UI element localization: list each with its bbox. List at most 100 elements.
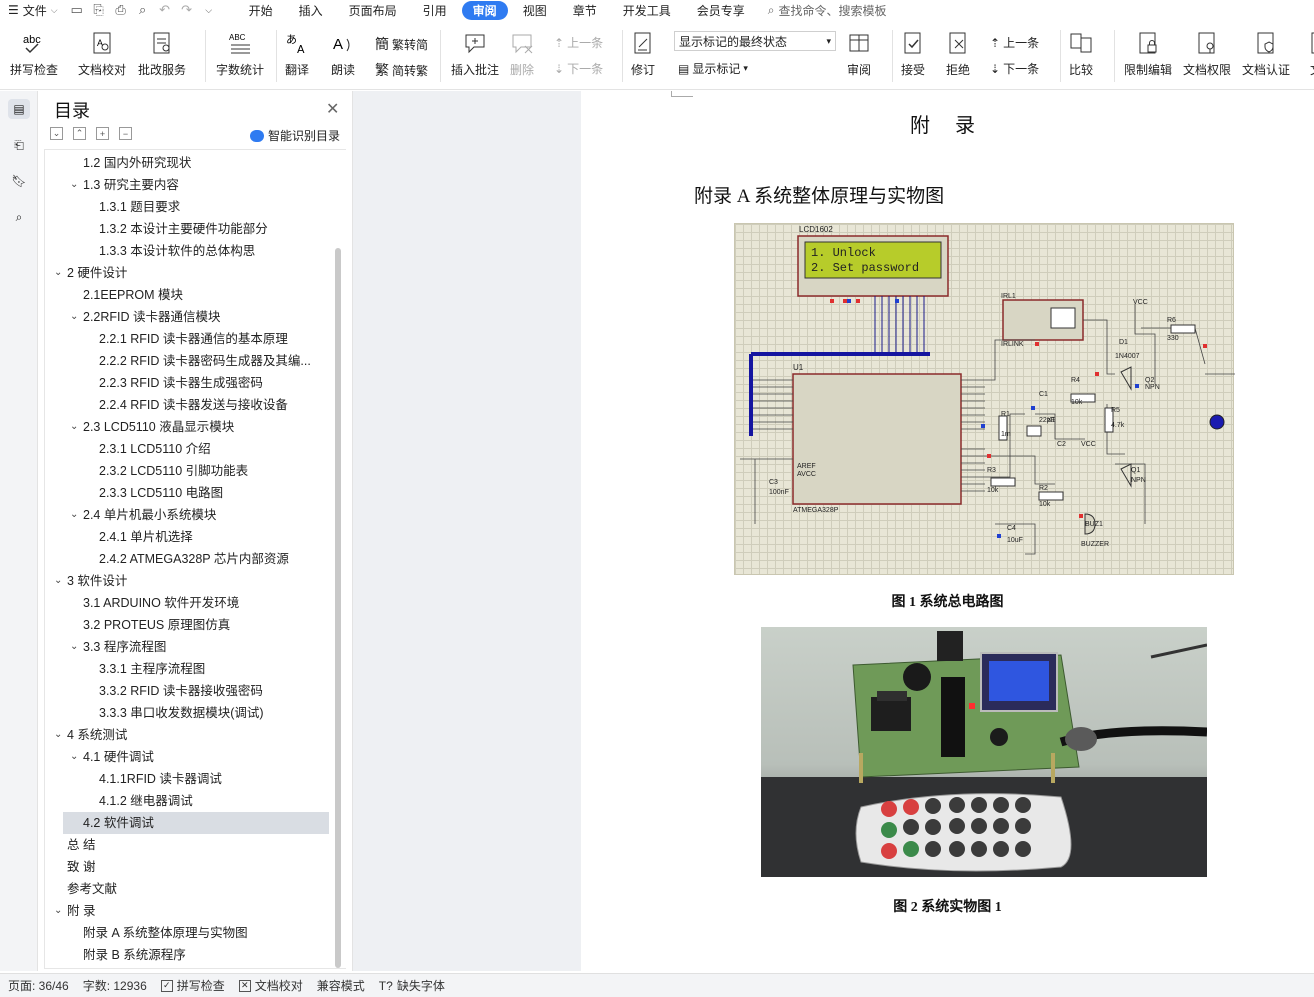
toc-item[interactable]: 4.1 硬件调试 (83, 746, 327, 768)
toc-item[interactable]: 4 系统测试 (67, 724, 327, 746)
toc-item[interactable]: 1.3.3 本设计软件的总体构思 (99, 240, 327, 262)
toc-item[interactable]: 4.1.1RFID 读卡器调试 (99, 768, 327, 790)
undo-icon[interactable]: ↶ (154, 1, 176, 19)
status-spell-check[interactable]: ✓ 拼写检查 (160, 977, 225, 994)
menu-tab[interactable]: 视图 (512, 1, 558, 20)
doc-more-button[interactable]: 文 (1303, 20, 1314, 78)
word-count-button[interactable]: ABC 字数统计 (216, 20, 264, 78)
review-pane-button[interactable]: 审阅 (846, 20, 872, 78)
prev-change-button[interactable]: ⇡ 上一条 (990, 34, 1039, 51)
toc-item[interactable]: 2.2.4 RFID 读卡器发送与接收设备 (99, 394, 327, 416)
chevron-down-icon[interactable]: ⌄ (70, 174, 78, 196)
toc-item[interactable]: 1.2 国内外研究现状 (83, 152, 327, 174)
prev-comment-button[interactable]: ⇡ 上一条 (554, 34, 603, 51)
toc-item[interactable]: 2.1EEPROM 模块 (83, 284, 327, 306)
toc-item[interactable]: 2.2.2 RFID 读卡器密码生成器及其编... (99, 350, 327, 372)
rail-toc-button[interactable]: ▤ (0, 91, 38, 127)
page-indicator[interactable]: 页面: 36/46 (8, 977, 69, 994)
menu-tab[interactable]: 章节 (562, 1, 608, 20)
toc-item[interactable]: 2.2RFID 读卡器通信模块 (83, 306, 327, 328)
simp-to-trad-button[interactable]: 繁 简转繁 (375, 60, 428, 80)
toc-item[interactable]: 3.3.1 主程序流程图 (99, 658, 327, 680)
spell-check-button[interactable]: abc 拼写检查 (10, 20, 58, 78)
review-service-button[interactable]: 批改服务 (138, 20, 186, 78)
chevron-down-icon[interactable]: ⌄ (54, 900, 62, 922)
word-count-indicator[interactable]: 字数: 12936 (83, 977, 147, 994)
chevron-down-icon[interactable]: ⌄ (54, 570, 62, 592)
doc-permission-button[interactable]: 文档权限 (1183, 20, 1231, 78)
toc-item[interactable]: 3.2 PROTEUS 原理图仿真 (83, 614, 327, 636)
menu-tab[interactable]: 审阅 (461, 0, 508, 20)
toc-item[interactable]: 3 软件设计 (67, 570, 327, 592)
toc-item[interactable]: 2.3 LCD5110 液晶显示模块 (83, 416, 327, 438)
menu-tab[interactable]: 引用 (412, 1, 458, 20)
print-icon[interactable]: ⎙ (110, 1, 132, 19)
close-icon[interactable]: ✕ (326, 99, 339, 119)
chevron-down-icon[interactable]: ⌄ (70, 416, 78, 438)
command-search[interactable]: ⌕ 查找命令、搜索模板 (768, 2, 887, 19)
toc-item[interactable]: 3.1 ARDUINO 软件开发环境 (83, 592, 327, 614)
reject-button[interactable]: 拒绝 (945, 20, 971, 78)
menu-tab[interactable]: 会员专享 (686, 1, 756, 20)
menu-tab[interactable]: 页面布局 (338, 1, 408, 20)
toc-item[interactable]: 2.4.2 ATMEGA328P 芯片内部资源 (99, 548, 327, 570)
chevron-down-icon[interactable]: ⌄ (70, 306, 78, 328)
doc-proof-button[interactable]: A 文档校对 (78, 20, 126, 78)
remove-heading-icon[interactable]: − (119, 127, 132, 140)
insert-comment-button[interactable]: 插入批注 (451, 20, 499, 78)
chevron-down-icon[interactable]: ⌄ (70, 636, 78, 658)
customize-icon[interactable]: ⌵ (198, 1, 220, 19)
toc-item[interactable]: 附录 A 系统整体原理与实物图 (83, 922, 327, 944)
next-change-button[interactable]: ⇣ 下一条 (990, 60, 1039, 77)
restrict-edit-button[interactable]: 限制编辑 (1124, 20, 1172, 78)
missing-fonts-button[interactable]: T? 缺失字体 (379, 977, 445, 994)
rail-chapter-button[interactable]: ⎗ (0, 127, 38, 163)
toc-item[interactable]: 3.3.3 串口收发数据模块(调试) (99, 702, 327, 724)
chevron-down-icon[interactable]: ⌄ (70, 746, 78, 768)
toc-item[interactable]: 2.3.1 LCD5110 介绍 (99, 438, 327, 460)
expand-all-icon[interactable]: ⌃ (73, 127, 86, 140)
toc-item[interactable]: 4.2 软件调试 (63, 812, 329, 834)
collapse-all-icon[interactable]: ⌄ (50, 127, 63, 140)
read-aloud-button[interactable]: A 朗读 (330, 20, 356, 78)
output-icon[interactable]: ⎘ (88, 1, 110, 19)
smart-toc-button[interactable]: 智能识别目录 (250, 127, 340, 144)
accept-button[interactable]: 接受 (900, 20, 926, 78)
show-markup-button[interactable]: ▤ 显示标记 ▾ (678, 60, 748, 77)
add-heading-icon[interactable]: + (96, 127, 109, 140)
chevron-down-icon[interactable]: ⌄ (70, 504, 78, 526)
toc-item[interactable]: 1.3.1 题目要求 (99, 196, 327, 218)
markup-state-select[interactable]: 显示标记的最终状态 ▾ (674, 31, 836, 51)
status-doc-proof[interactable]: ✕ 文档校对 (238, 977, 303, 994)
menu-tab[interactable]: 开发工具 (612, 1, 682, 20)
toc-item[interactable]: 2.3.2 LCD5110 引脚功能表 (99, 460, 327, 482)
print-preview-icon[interactable]: ⌕ (132, 1, 154, 19)
doc-certify-button[interactable]: 文档认证 (1242, 20, 1290, 78)
toc-scrollbar[interactable] (335, 248, 341, 968)
rail-bookmark-button[interactable]: 🔖︎ (0, 163, 38, 199)
save-icon[interactable]: ▭ (66, 1, 88, 19)
translate-button[interactable]: あA 翻译 (284, 20, 310, 78)
redo-icon[interactable]: ↷ (176, 1, 198, 19)
toc-item[interactable]: 2.2.1 RFID 读卡器通信的基本原理 (99, 328, 327, 350)
toc-item[interactable]: 3.3 程序流程图 (83, 636, 327, 658)
toc-item[interactable]: 2.2.3 RFID 读卡器生成强密码 (99, 372, 327, 394)
menu-tab[interactable]: 插入 (288, 1, 334, 20)
menu-tab[interactable]: 开始 (238, 1, 284, 20)
track-changes-button[interactable]: 修订 (630, 20, 656, 78)
chevron-down-icon[interactable]: ⌄ (54, 262, 62, 284)
trad-to-simp-button[interactable]: 簡 繁转简 (375, 34, 428, 54)
toc-item[interactable]: 致 谢 (67, 856, 327, 878)
toc-item[interactable]: 1.3 研究主要内容 (83, 174, 327, 196)
toc-item[interactable]: 2 硬件设计 (67, 262, 327, 284)
toc-item[interactable]: 附 录 (67, 900, 327, 922)
toc-item[interactable]: 参考文献 (67, 878, 327, 900)
next-comment-button[interactable]: ⇣ 下一条 (554, 60, 603, 77)
delete-comment-button[interactable]: 删除 (509, 20, 535, 78)
toc-item[interactable]: 总 结 (67, 834, 327, 856)
file-menu[interactable]: ☰ 文件 ⌵ (0, 2, 66, 19)
toc-item[interactable]: 4.1.2 继电器调试 (99, 790, 327, 812)
toc-item[interactable]: 附录 B 系统源程序 (83, 944, 327, 966)
toc-item[interactable]: 2.4 单片机最小系统模块 (83, 504, 327, 526)
chevron-down-icon[interactable]: ⌄ (54, 724, 62, 746)
